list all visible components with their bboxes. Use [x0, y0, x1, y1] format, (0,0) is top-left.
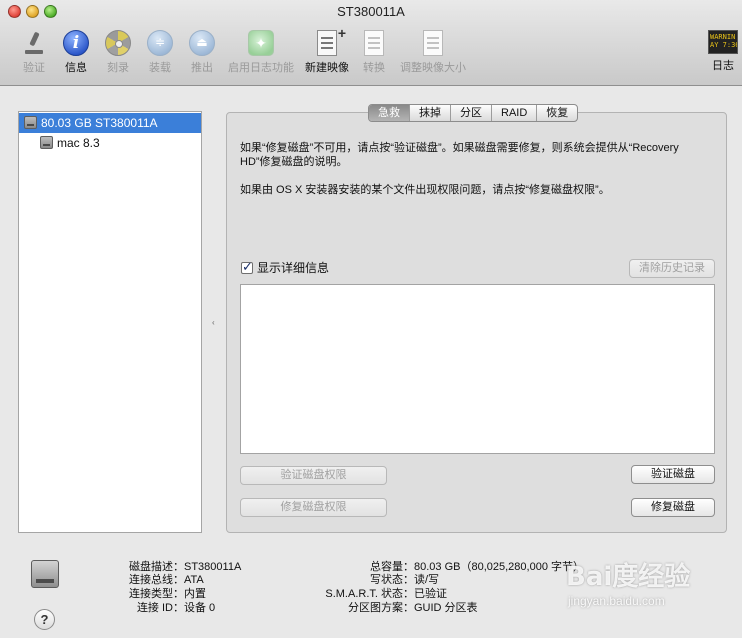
eject-toolbar-label: 推出	[191, 62, 213, 74]
info-row: 总容量：80.03 GB（80,025,280,000 字节）	[318, 561, 584, 574]
info-key: 总容量：	[370, 561, 414, 573]
info-key: 分区图方案：	[348, 602, 414, 614]
resize-image-label: 调整映像大小	[400, 62, 466, 74]
info-row: 磁盘描述：ST380011A	[118, 561, 241, 574]
window-titlebar: ST380011A 验证 i 信息 刻录 ≑ 装载 ⏏ 推出 ✦ 启用日志功能 …	[0, 0, 742, 86]
info-row: 连接类型：内置	[118, 588, 206, 601]
hard-drive-large-icon	[31, 560, 59, 588]
info-row: 写状态：读/写	[318, 574, 439, 587]
show-details-checkbox[interactable]: 显示详细信息	[241, 260, 330, 275]
info-toolbar-button[interactable]: i 信息	[60, 30, 92, 75]
clear-history-button[interactable]: 清除历史记录	[629, 259, 715, 278]
show-details-label: 显示详细信息	[257, 261, 330, 275]
info-value: 已验证	[414, 588, 447, 600]
info-row: 连接总线：ATA	[118, 574, 204, 587]
journaling-icon: ✦	[248, 30, 274, 56]
new-image-label: 新建映像	[305, 62, 349, 74]
new-image-icon: +	[317, 25, 346, 56]
mount-toolbar-button[interactable]: ≑ 装载	[144, 30, 176, 75]
watermark-brand: Bai度经验	[566, 562, 691, 592]
eject-icon: ⏏	[189, 30, 215, 56]
log-label: 日志	[712, 60, 734, 72]
verify-toolbar-label: 验证	[23, 62, 45, 74]
sidebar-item-disk[interactable]: 80.03 GB ST380011A	[19, 113, 201, 133]
first-aid-instructions: 如果“修复磁盘”不可用，请点按“验证磁盘”。如果磁盘需要修复，则系统会提供从“R…	[240, 142, 679, 168]
plus-icon: +	[337, 25, 346, 41]
info-row: 连接 ID：设备 0	[118, 602, 215, 615]
baidu-jingyan-watermark: Bai度经验 jingyan.baidu.com	[566, 556, 736, 626]
burn-toolbar-button[interactable]: 刻录	[102, 30, 134, 75]
info-key: 磁盘描述：	[129, 561, 184, 573]
info-value: ATA	[184, 574, 204, 586]
split-view-handle[interactable]: ‹	[212, 318, 215, 327]
verify-disk-button[interactable]: 验证磁盘	[631, 465, 715, 484]
log-toolbar-button[interactable]: WARNIN AY 7:36 日志	[706, 30, 740, 73]
log-console-icon: WARNIN AY 7:36	[708, 30, 738, 54]
checkbox-checked-icon	[241, 260, 253, 274]
watermark-url: jingyan.baidu.com	[568, 594, 665, 608]
tab-first-aid[interactable]: 急救	[369, 105, 410, 121]
info-key: 连接类型：	[129, 588, 184, 600]
repair-permissions-button[interactable]: 修复磁盘权限	[240, 498, 387, 517]
new-image-toolbar-button[interactable]: + 新建映像	[302, 25, 352, 75]
info-value: 设备 0	[184, 602, 216, 614]
tab-erase[interactable]: 抹掉	[410, 105, 451, 121]
info-row: S.M.A.R.T. 状态：已验证	[318, 588, 447, 601]
window-title: ST380011A	[337, 4, 405, 19]
sidebar-item-label: mac 8.3	[57, 136, 100, 150]
info-value: 内置	[184, 588, 206, 600]
tab-raid[interactable]: RAID	[492, 105, 538, 121]
mount-icon: ≑	[147, 30, 173, 56]
info-key: 写状态：	[370, 574, 414, 586]
verify-toolbar-button[interactable]: 验证	[18, 30, 50, 75]
enable-journaling-toolbar-button[interactable]: ✦ 启用日志功能	[226, 30, 296, 75]
hard-drive-icon	[24, 116, 37, 129]
sidebar-item-label: 80.03 GB ST380011A	[41, 116, 158, 130]
info-key: 连接总线：	[129, 574, 184, 586]
convert-label: 转换	[363, 62, 385, 74]
info-key: 连接 ID：	[136, 602, 184, 614]
convert-icon	[364, 30, 384, 56]
permissions-instructions: 如果由 OS X 安装器安装的某个文件出现权限问题，请点按“修复磁盘权限”。	[240, 184, 610, 196]
tab-partition[interactable]: 分区	[451, 105, 492, 121]
enable-journaling-label: 启用日志功能	[228, 62, 294, 74]
info-value: 80.03 GB（80,025,280,000 字节）	[414, 561, 584, 573]
volume-icon	[40, 136, 53, 149]
disk-sidebar: 80.03 GB ST380011A mac 8.3	[18, 111, 202, 533]
burn-toolbar-label: 刻录	[107, 62, 129, 74]
info-row: 分区图方案：GUID 分区表	[318, 602, 478, 615]
info-value: ST380011A	[184, 561, 242, 573]
tab-bar: 急救 抹掉 分区 RAID 恢复	[368, 104, 579, 122]
resize-image-icon	[423, 30, 443, 56]
convert-toolbar-button[interactable]: 转换	[358, 30, 390, 75]
details-log-area[interactable]	[240, 284, 715, 454]
info-key: S.M.A.R.T. 状态：	[325, 588, 414, 600]
eject-toolbar-button[interactable]: ⏏ 推出	[186, 30, 218, 75]
verify-permissions-button[interactable]: 验证磁盘权限	[240, 466, 387, 485]
info-icon: i	[63, 30, 89, 56]
help-button[interactable]: ?	[34, 609, 55, 630]
microscope-icon	[21, 30, 47, 56]
sidebar-item-volume[interactable]: mac 8.3	[19, 133, 201, 153]
repair-disk-button[interactable]: 修复磁盘	[631, 498, 715, 517]
mount-toolbar-label: 装载	[149, 62, 171, 74]
info-value: GUID 分区表	[414, 602, 478, 614]
resize-image-toolbar-button[interactable]: 调整映像大小	[398, 30, 468, 75]
burn-disc-icon	[105, 30, 131, 56]
tab-restore[interactable]: 恢复	[537, 105, 577, 121]
info-toolbar-label: 信息	[65, 62, 87, 74]
info-value: 读/写	[414, 574, 440, 586]
